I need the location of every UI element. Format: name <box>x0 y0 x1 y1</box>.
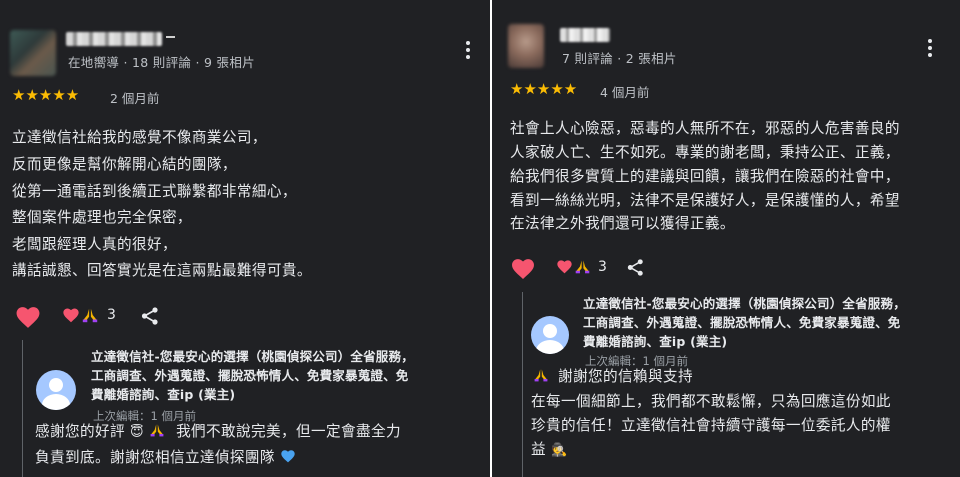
share-icon[interactable] <box>140 306 160 326</box>
owner-name[interactable]: 立達徵信社-您最安心的選擇（桃園偵探公司）全省服務， 工商調查、外遇蒐證、擺脫恐… <box>583 294 906 351</box>
person-icon <box>36 370 76 410</box>
pray-hands-icon <box>534 369 548 382</box>
more-vert-icon[interactable] <box>918 36 942 60</box>
review-card-right: 7 則評論 · 2 張相片 ★★★★★ 4 個月前 社會上人心險惡，惡毒的人無所… <box>492 0 960 477</box>
owner-reply: 立達徵信社-您最安心的選擇（桃園偵探公司）全省服務， 工商調查、外遇蒐證、擺脫恐… <box>22 340 490 477</box>
reviewer-avatar[interactable] <box>508 24 544 68</box>
review-card-left: 在地嚮導 · 18 則評論 · 9 張相片 ★★★★★ 2 個月前 立達徵信社給… <box>0 0 490 477</box>
review-line: 給我們很多實質上的建議與回饋，讓我們在險惡的社會中， <box>510 168 900 185</box>
heart-icon[interactable] <box>14 305 42 329</box>
name-dash <box>166 36 175 38</box>
reviewer-avatar[interactable] <box>10 30 56 76</box>
pray-hands-icon <box>575 260 590 274</box>
review-line: 看到一絲絲光明，法律不是保護好人，是保護懂的人，希望 <box>510 192 900 209</box>
heart-icon <box>557 260 572 274</box>
blue-heart-icon <box>281 450 295 463</box>
reviewer-meta: 7 則評論 · 2 張相片 <box>562 51 677 66</box>
reply-line: 感謝您的好評 😇 我們不敢說完美，但一定會盡全力 <box>35 423 401 440</box>
reaction-count: 3 <box>107 307 116 323</box>
reply-line: 益 🕵 <box>531 441 568 458</box>
heart-icon[interactable] <box>510 257 536 280</box>
smiling-face-icon: 😇 <box>130 425 144 440</box>
star-rating: ★★★★★ <box>12 86 80 104</box>
review-line: 反而更像是幫你解開心結的團隊， <box>12 156 237 173</box>
reviewer-name-blurred[interactable] <box>560 28 610 42</box>
owner-name[interactable]: 立達徵信社-您最安心的選擇（桃園偵探公司）全省服務， 工商調查、外遇蒐證、擺脫恐… <box>91 347 414 404</box>
reply-line: 謝謝您的信賴與支持 <box>533 365 693 386</box>
person-icon <box>531 316 569 354</box>
reply-line: 珍貴的信任！立達徵信社會持續守護每一位委託人的權 <box>531 417 891 434</box>
review-line: 人家破人亡、生不如死。專業的謝老闆，秉持公正、正義， <box>510 144 900 161</box>
star-rating: ★★★★★ <box>510 80 578 98</box>
reaction-summary[interactable]: 3 <box>62 306 116 324</box>
reviewer-meta: 在地嚮導 · 18 則評論 · 9 張相片 <box>68 55 255 70</box>
owner-reply: 立達徵信社-您最安心的選擇（桃園偵探公司）全省服務， 工商調查、外遇蒐證、擺脫恐… <box>522 292 960 477</box>
review-line: 老闆跟經理人真的很好， <box>12 236 177 253</box>
reply-line: 在每一個細節上，我們都不敢鬆懈，只為回應這份如此 <box>531 393 891 410</box>
reply-line: 負責到底。謝謝您相信立達偵探團隊 <box>35 446 296 467</box>
review-line: 整個案件處理也完全保密， <box>12 209 192 226</box>
detective-icon: 🕵 <box>551 443 568 458</box>
review-line: 從第一通電話到後續正式聯繫都非常細心， <box>12 183 297 200</box>
review-line: 社會上人心險惡，惡毒的人無所不在，邪惡的人危害善良的 <box>510 120 900 137</box>
reaction-summary[interactable]: 3 <box>556 258 607 275</box>
reviewer-name-blurred[interactable] <box>66 32 162 46</box>
pray-hands-icon <box>82 308 98 323</box>
review-line: 立達徵信社給我的感覺不像商業公司， <box>12 129 267 146</box>
review-line: 講話誠懇、回答實光是在這兩點最難得可貴。 <box>12 262 312 279</box>
review-time: 2 個月前 <box>110 91 160 106</box>
pray-hands-icon <box>150 424 164 437</box>
reaction-count: 3 <box>598 258 607 275</box>
heart-icon <box>63 308 79 323</box>
review-line: 在法律之外我們還可以獲得正義。 <box>510 215 735 232</box>
review-time: 4 個月前 <box>600 85 650 100</box>
more-vert-icon[interactable] <box>456 38 480 62</box>
share-icon[interactable] <box>626 258 645 277</box>
